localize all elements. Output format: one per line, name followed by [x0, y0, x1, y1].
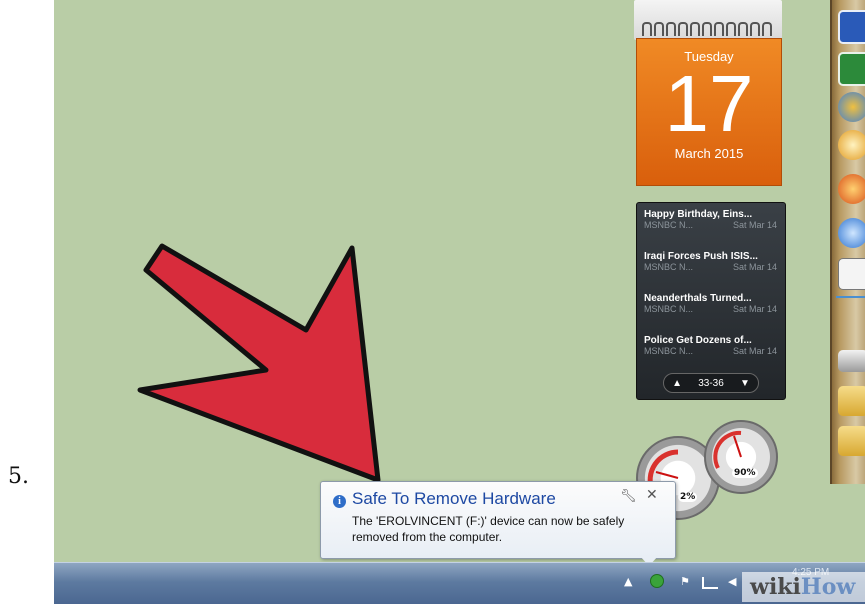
calendar-icon[interactable] [838, 258, 865, 290]
safely-remove-hardware-icon[interactable] [650, 574, 664, 588]
news-source: MSNBC N... [644, 262, 694, 272]
close-icon[interactable]: ✕ [646, 487, 658, 503]
news-date: Sat Mar 14 [732, 262, 777, 272]
firefox-icon[interactable] [838, 174, 865, 204]
calendar-page: Tuesday 17 March 2015 [636, 38, 782, 186]
news-item[interactable]: Police Get Dozens of... MSNBC N... Sat Ma… [637, 329, 785, 371]
news-item[interactable]: Neanderthals Turned... MSNBC N... Sat Mar… [637, 287, 785, 329]
page-range: 33-36 [698, 377, 724, 389]
volume-icon[interactable]: ◀ [728, 575, 736, 588]
safe-to-remove-notification[interactable]: i Safe To Remove Hardware 🔧︎ ✕ The 'EROL… [320, 481, 676, 559]
news-title: Police Get Dozens of... [644, 335, 752, 346]
calendar-gadget[interactable]: Tuesday 17 March 2015 [634, 0, 782, 186]
action-center-flag-icon[interactable]: ⚑ [680, 575, 690, 588]
news-pager: ▲ 33-36 ▼ [663, 373, 759, 393]
next-page-icon[interactable]: ▼ [740, 378, 750, 389]
info-icon: i [333, 495, 346, 508]
news-source: MSNBC N... [644, 220, 694, 230]
step-number: 5. [8, 464, 29, 489]
calendar-date: 17 [664, 59, 754, 148]
news-source: MSNBC N... [644, 346, 694, 356]
folder-icon[interactable] [838, 386, 865, 416]
calendar-binding [634, 0, 782, 40]
desktop: Tuesday 17 March 2015 Happy Birthday, Ei… [54, 0, 865, 604]
calendar-month: March 2015 [674, 146, 744, 161]
network-icon[interactable] [838, 92, 865, 122]
memory-meter-label: 90% [732, 468, 758, 478]
news-title: Happy Birthday, Eins... [644, 209, 753, 220]
pointer-arrow-icon [137, 243, 381, 483]
news-item[interactable]: Happy Birthday, Eins... MSNBC N... Sat Ma… [637, 203, 785, 245]
memory-meter-dial [713, 430, 742, 469]
notification-title: Safe To Remove Hardware [352, 489, 556, 508]
news-source: MSNBC N... [644, 304, 694, 314]
wrench-icon[interactable]: 🔧︎ [620, 489, 637, 504]
news-date: Sat Mar 14 [732, 220, 777, 230]
itunes-icon[interactable] [838, 218, 865, 248]
news-date: Sat Mar 14 [732, 346, 777, 356]
news-headlines-gadget: Happy Birthday, Eins... MSNBC N... Sat Ma… [636, 202, 786, 400]
show-hidden-icons-icon[interactable]: ▲ [624, 575, 632, 588]
word-icon[interactable] [838, 10, 865, 44]
news-title: Iraqi Forces Push ISIS... [644, 251, 758, 262]
wikihow-watermark: wikiHow [742, 572, 865, 602]
news-item[interactable]: Iraqi Forces Push ISIS... MSNBC N... Sat … [637, 245, 785, 287]
previous-page-icon[interactable]: ▲ [672, 378, 682, 389]
memory-meter-gadget: 90% [704, 420, 778, 494]
folder-icon[interactable] [838, 426, 865, 456]
drive-icon[interactable] [838, 350, 865, 372]
news-title: Neanderthals Turned... [644, 293, 752, 304]
launcher-bar [830, 0, 865, 484]
network-signal-icon[interactable] [702, 577, 718, 589]
search-icon[interactable] [838, 130, 865, 160]
cpu-meter-label: 2% [678, 492, 698, 502]
launcher-divider [836, 296, 865, 298]
news-date: Sat Mar 14 [732, 304, 777, 314]
excel-icon[interactable] [838, 52, 865, 86]
notification-message: The 'EROLVINCENT (F:)' device can now be… [352, 514, 625, 544]
